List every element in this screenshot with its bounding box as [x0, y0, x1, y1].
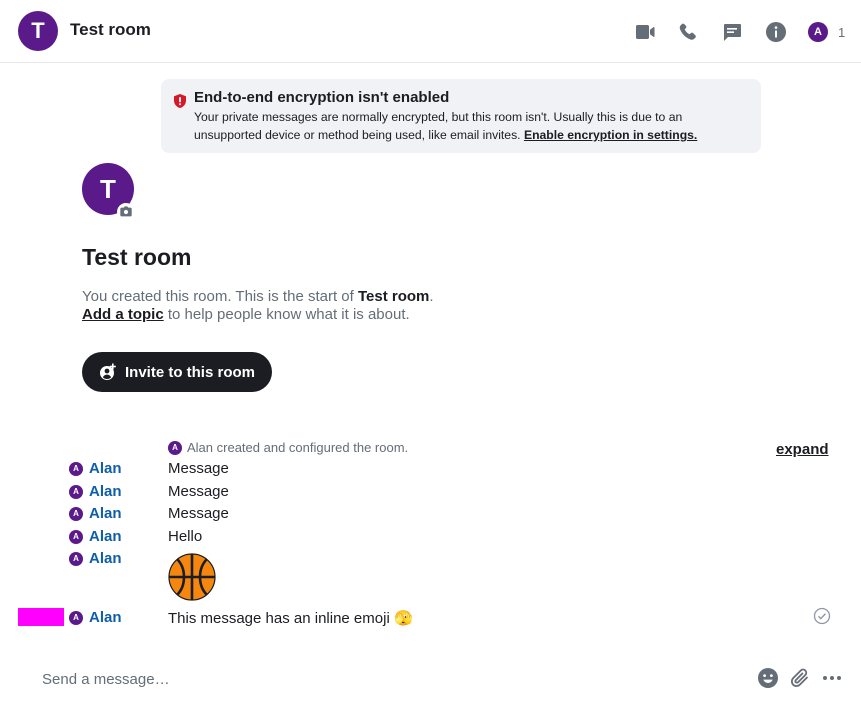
- message-input[interactable]: [42, 668, 742, 690]
- room-header: T Test room A 1: [0, 0, 861, 63]
- banner-text: Your private messages are normally encry…: [194, 108, 749, 144]
- message-row[interactable]: A Alan Message: [0, 460, 861, 482]
- message-row[interactable]: A Alan: [0, 550, 861, 572]
- created-room-name: Test room: [357, 288, 430, 305]
- room-intro-topic-text: Add a topic to help people know what it …: [82, 306, 410, 323]
- invite-button[interactable]: Invite to this room: [82, 352, 272, 392]
- message-sender[interactable]: A Alan: [69, 460, 122, 477]
- message-row[interactable]: A Alan Hello: [0, 528, 861, 550]
- encryption-warning-banner: End-to-end encryption isn't enabled Your…: [161, 79, 761, 153]
- message-row[interactable]: A Alan Message: [0, 483, 861, 505]
- summary-avatar: A: [168, 440, 182, 455]
- sender-name[interactable]: Alan: [89, 460, 122, 477]
- sender-name[interactable]: Alan: [89, 505, 122, 522]
- message-sender[interactable]: A Alan: [69, 550, 122, 567]
- enable-encryption-link[interactable]: Enable encryption in settings.: [524, 128, 697, 142]
- sender-name[interactable]: Alan: [89, 609, 122, 626]
- room-avatar[interactable]: T: [18, 11, 58, 51]
- member-count: 1: [838, 24, 846, 40]
- expand-summary-link[interactable]: expand: [776, 441, 829, 458]
- message-sender[interactable]: A Alan: [69, 609, 122, 626]
- message-body: Message: [168, 483, 229, 500]
- sender-avatar[interactable]: A: [69, 610, 83, 625]
- add-topic-link[interactable]: Add a topic: [82, 306, 164, 323]
- sender-avatar[interactable]: A: [69, 506, 83, 521]
- message-row[interactable]: A Alan Message: [0, 505, 861, 527]
- sent-receipt-icon[interactable]: [813, 607, 831, 625]
- created-suffix: .: [429, 288, 434, 305]
- room-info-icon[interactable]: [764, 20, 788, 44]
- summary-text: Alan created and configured the room.: [187, 440, 409, 455]
- member-list-button[interactable]: A 1: [808, 21, 845, 43]
- created-prefix: You created this room. This is the start…: [82, 288, 354, 305]
- message-row[interactable]: A Alan This message has an inline emoji …: [0, 609, 861, 631]
- message-body: Message: [168, 460, 229, 477]
- shield-error-icon: [174, 94, 186, 108]
- message-sender[interactable]: A Alan: [69, 528, 122, 545]
- sender-avatar[interactable]: A: [69, 461, 83, 476]
- sender-avatar[interactable]: A: [69, 484, 83, 499]
- room-intro-title: Test room: [82, 244, 192, 270]
- sender-name[interactable]: Alan: [89, 550, 122, 567]
- sender-avatar[interactable]: A: [69, 529, 83, 544]
- voice-call-icon[interactable]: [677, 20, 701, 44]
- room-intro-created-text: You created this room. This is the start…: [82, 288, 434, 305]
- basketball-emoji: [168, 553, 216, 601]
- room-title[interactable]: Test room: [70, 20, 151, 40]
- sender-avatar[interactable]: A: [69, 551, 83, 566]
- sender-name[interactable]: Alan: [89, 528, 122, 545]
- more-options-icon[interactable]: [821, 667, 843, 689]
- message-body: Message: [168, 505, 229, 522]
- invite-button-label: Invite to this room: [124, 363, 255, 381]
- banner-title: End-to-end encryption isn't enabled: [194, 89, 450, 106]
- topic-suffix: to help people know what it is about.: [167, 306, 410, 323]
- message-body: Hello: [168, 528, 203, 545]
- message-sender[interactable]: A Alan: [69, 505, 122, 522]
- video-call-icon[interactable]: [633, 20, 657, 44]
- threads-icon[interactable]: [720, 20, 744, 44]
- member-avatar: A: [808, 22, 828, 42]
- attachment-icon[interactable]: [789, 667, 811, 689]
- add-user-icon: [99, 363, 116, 380]
- room-creation-summary: A Alan created and configured the room.: [168, 440, 408, 455]
- camera-icon[interactable]: [117, 203, 135, 221]
- emoji-icon[interactable]: [757, 667, 779, 689]
- message-sender[interactable]: A Alan: [69, 483, 122, 500]
- message-body: This message has an inline emoji 🫣: [168, 610, 413, 627]
- sender-name[interactable]: Alan: [89, 483, 122, 500]
- message-composer: [0, 650, 861, 710]
